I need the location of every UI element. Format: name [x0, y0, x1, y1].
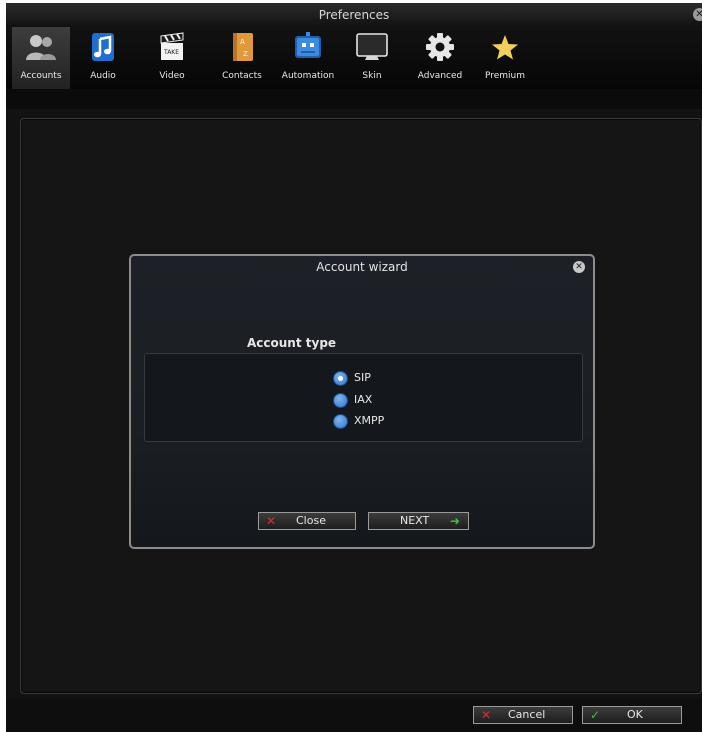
tab-premium[interactable]: Premium	[480, 27, 530, 89]
cancel-button[interactable]: ✕ Cancel	[473, 706, 573, 724]
tab-contacts-label: Contacts	[222, 71, 262, 81]
wizard-close-label: Close	[296, 514, 326, 527]
monitor-icon	[356, 33, 388, 60]
robot-icon	[295, 32, 321, 58]
tab-advanced-label: Advanced	[417, 71, 463, 81]
option-xmpp-label: XMPP	[354, 414, 385, 427]
toolbar-separator	[6, 89, 702, 109]
tab-accounts-label: Accounts	[20, 71, 62, 81]
radio-iax[interactable]	[333, 393, 348, 408]
preferences-window: Preferences ✕ Accounts Audio TAKE Video …	[6, 3, 702, 732]
ok-button[interactable]: ✓ OK	[582, 706, 682, 724]
radio-xmpp[interactable]	[333, 414, 348, 429]
arrow-right-icon: ➜	[450, 514, 461, 528]
tab-automation[interactable]: Automation	[278, 27, 338, 89]
tab-skin-label: Skin	[362, 71, 382, 81]
tab-audio[interactable]: Audio	[82, 27, 124, 89]
window-title: Preferences	[318, 8, 390, 22]
option-sip-label: SIP	[354, 371, 371, 384]
tab-contacts[interactable]: A Z Contacts	[218, 27, 266, 89]
close-x-icon: ✕	[266, 514, 277, 528]
wizard-next-button[interactable]: NEXT ➜	[368, 512, 469, 530]
account-type-heading: Account type	[247, 336, 337, 350]
preferences-toolbar: Accounts Audio TAKE Video A Z Contacts A…	[6, 27, 702, 89]
wizard-title: Account wizard	[316, 260, 408, 274]
music-note-icon	[92, 33, 114, 61]
clapperboard-icon: TAKE	[160, 32, 184, 60]
wizard-close-icon[interactable]: ✕	[573, 261, 585, 273]
users-icon	[26, 35, 56, 60]
star-icon	[492, 35, 518, 60]
radio-sip[interactable]	[333, 371, 348, 386]
tab-automation-label: Automation	[281, 71, 335, 81]
checkmark-icon: ✓	[590, 708, 601, 722]
cancel-x-icon: ✕	[481, 708, 492, 722]
tab-video[interactable]: TAKE Video	[150, 27, 194, 89]
tab-audio-label: Audio	[90, 71, 116, 81]
window-close-icon[interactable]: ✕	[693, 8, 702, 21]
svg-text:A: A	[240, 38, 245, 46]
footer-bar: ✕ Cancel ✓ OK	[6, 699, 702, 732]
cancel-label: Cancel	[508, 708, 546, 721]
tab-premium-label: Premium	[484, 71, 526, 81]
svg-text:Z: Z	[243, 50, 248, 58]
account-type-options: SIP IAX XMPP	[144, 353, 583, 442]
tab-skin[interactable]: Skin	[352, 27, 392, 89]
title-bar[interactable]: Preferences ✕	[6, 3, 702, 27]
svg-text:TAKE: TAKE	[163, 49, 179, 56]
wizard-close-button[interactable]: ✕ Close	[258, 512, 356, 530]
option-iax-label: IAX	[354, 393, 373, 406]
tab-advanced[interactable]: Advanced	[414, 27, 466, 89]
tab-video-label: Video	[159, 71, 185, 81]
address-book-icon: A Z	[233, 33, 253, 61]
ok-label: OK	[627, 708, 643, 721]
wizard-next-label: NEXT	[400, 514, 430, 527]
account-wizard-dialog: Account wizard ✕ Account type SIP IAX XM…	[129, 254, 595, 549]
tab-accounts[interactable]: Accounts	[12, 27, 70, 89]
gear-icon	[426, 33, 454, 61]
